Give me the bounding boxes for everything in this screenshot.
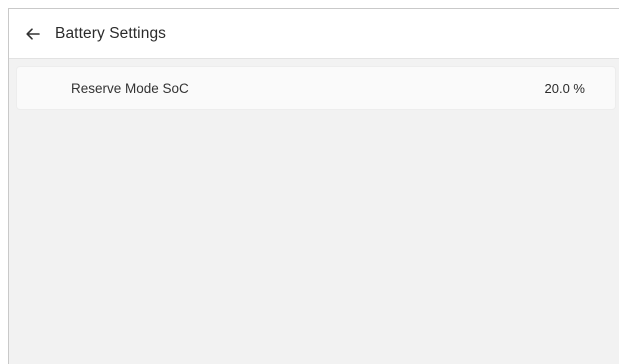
setting-label: Reserve Mode SoC	[71, 80, 189, 96]
header-bar: Battery Settings	[9, 9, 619, 59]
back-button[interactable]	[15, 9, 51, 59]
arrow-left-icon	[26, 27, 40, 40]
settings-list: Reserve Mode SoC 20.0 %	[9, 59, 619, 109]
battery-settings-screen: Battery Settings Reserve Mode SoC 20.0 %	[8, 8, 619, 364]
page-title: Battery Settings	[55, 24, 167, 42]
setting-value: 20.0 %	[544, 80, 585, 96]
setting-row-reserve-mode-soc[interactable]: Reserve Mode SoC 20.0 %	[17, 67, 615, 109]
